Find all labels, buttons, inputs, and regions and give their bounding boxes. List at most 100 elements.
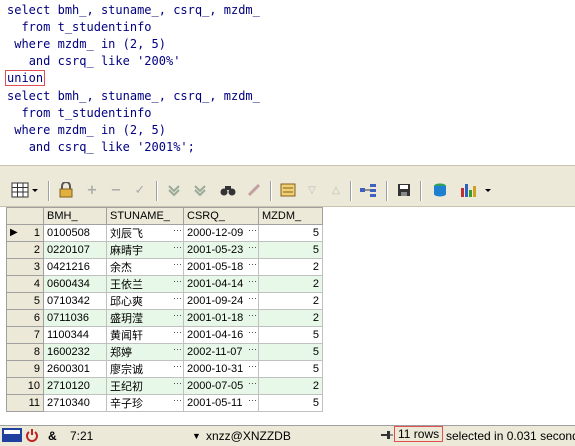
cell-bmh[interactable]: 0100508 [43, 224, 107, 242]
table-row[interactable]: 8 1600232 郑婷 ··· 2002-11-07 ··· 5 [6, 343, 323, 361]
row-header[interactable]: 9 [6, 360, 44, 378]
find-icon[interactable] [218, 180, 238, 200]
tree-icon[interactable] [358, 180, 378, 200]
table-row[interactable]: 3 0421216 余杰 ··· 2001-05-18 ··· 2 [6, 258, 323, 276]
query-icon[interactable] [278, 180, 298, 200]
cell-mzdm[interactable]: 2 [258, 292, 323, 310]
lock-icon[interactable] [56, 180, 76, 200]
corner-cell[interactable] [6, 207, 44, 225]
cell-bmh[interactable]: 0220107 [43, 241, 107, 259]
ellipsis-icon[interactable]: ··· [248, 293, 257, 303]
cell-mzdm[interactable]: 5 [258, 224, 323, 242]
cell-mzdm[interactable]: 5 [258, 394, 323, 412]
cell-mzdm[interactable]: 5 [258, 343, 323, 361]
ellipsis-icon[interactable]: ··· [248, 310, 257, 320]
ellipsis-icon[interactable]: ··· [248, 344, 257, 354]
cell-bmh[interactable]: 0711036 [43, 309, 107, 327]
ellipsis-icon[interactable]: ··· [173, 242, 182, 252]
chart-icon[interactable] [458, 180, 498, 200]
splitter[interactable] [0, 165, 575, 176]
ellipsis-icon[interactable]: ··· [248, 378, 257, 388]
cell-csrq[interactable]: 2001-09-24 ··· [183, 292, 259, 310]
cell-csrq[interactable]: 2001-04-16 ··· [183, 326, 259, 344]
ellipsis-icon[interactable]: ··· [173, 361, 182, 371]
ellipsis-icon[interactable]: ··· [248, 327, 257, 337]
check-icon[interactable]: ✓ [130, 180, 150, 200]
cell-bmh[interactable]: 2710120 [43, 377, 107, 395]
last-icon[interactable] [190, 180, 210, 200]
row-header[interactable]: 6 [6, 309, 44, 327]
cell-csrq[interactable]: 2001-05-23 ··· [183, 241, 259, 259]
cell-bmh[interactable]: 1600232 [43, 343, 107, 361]
row-header[interactable]: 4 [6, 275, 44, 293]
ellipsis-icon[interactable]: ··· [248, 225, 257, 235]
column-header-bmh[interactable]: BMH_ [43, 207, 107, 225]
row-header[interactable]: 8 [6, 343, 44, 361]
ellipsis-icon[interactable]: ··· [173, 395, 182, 405]
table-row[interactable]: ▶ 1 0100508 刘辰飞 ··· 2000-12-09 ··· 5 [6, 224, 323, 242]
column-header-csrq[interactable]: CSRQ_ [183, 207, 259, 225]
cell-mzdm[interactable]: 2 [258, 377, 323, 395]
save-icon[interactable] [394, 180, 414, 200]
cell-mzdm[interactable]: 5 [258, 241, 323, 259]
up-icon[interactable]: △ [326, 180, 346, 200]
row-header[interactable]: 2 [6, 241, 44, 259]
cell-stuname[interactable]: 邱心爽 ··· [106, 292, 184, 310]
ellipsis-icon[interactable]: ··· [173, 293, 182, 303]
cell-stuname[interactable]: 廖宗诚 ··· [106, 360, 184, 378]
ellipsis-icon[interactable]: ··· [248, 242, 257, 252]
column-header-stuname[interactable]: STUNAME_ [106, 207, 184, 225]
ellipsis-icon[interactable]: ··· [173, 259, 182, 269]
cell-csrq[interactable]: 2000-07-05 ··· [183, 377, 259, 395]
sql-editor[interactable]: select bmh_, stuname_, csrq_, mzdm_ from… [0, 0, 575, 165]
cell-bmh[interactable]: 0710342 [43, 292, 107, 310]
ellipsis-icon[interactable]: ··· [173, 378, 182, 388]
cell-stuname[interactable]: 余杰 ··· [106, 258, 184, 276]
cell-stuname[interactable]: 黄闻轩 ··· [106, 326, 184, 344]
cell-bmh[interactable]: 1100344 [43, 326, 107, 344]
cell-csrq[interactable]: 2001-05-11 ··· [183, 394, 259, 412]
cell-stuname[interactable]: 刘辰飞 ··· [106, 224, 184, 242]
first-icon[interactable] [164, 180, 184, 200]
grid-icon[interactable] [10, 180, 40, 200]
table-row[interactable]: 6 0711036 盛玥滢 ··· 2001-01-18 ··· 2 [6, 309, 323, 327]
row-header[interactable]: 5 [6, 292, 44, 310]
cell-stuname[interactable]: 盛玥滢 ··· [106, 309, 184, 327]
table-row[interactable]: 2 0220107 麻晴宇 ··· 2001-05-23 ··· 5 [6, 241, 323, 259]
db-icon[interactable] [430, 180, 450, 200]
ellipsis-icon[interactable]: ··· [248, 259, 257, 269]
row-header[interactable]: 3 [6, 258, 44, 276]
chevron-down-icon[interactable]: ▼ [192, 431, 201, 441]
ellipsis-icon[interactable]: ··· [248, 361, 257, 371]
table-row[interactable]: 4 0600434 王依兰 ··· 2001-04-14 ··· 2 [6, 275, 323, 293]
ellipsis-icon[interactable]: ··· [248, 395, 257, 405]
cell-mzdm[interactable]: 2 [258, 258, 323, 276]
plus-icon[interactable]: + [82, 180, 102, 200]
ellipsis-icon[interactable]: ··· [173, 344, 182, 354]
cell-bmh[interactable]: 2710340 [43, 394, 107, 412]
row-header[interactable]: 10 [6, 377, 44, 395]
minus-icon[interactable]: − [106, 180, 126, 200]
ellipsis-icon[interactable]: ··· [173, 327, 182, 337]
row-header[interactable]: 7 [6, 326, 44, 344]
cell-csrq[interactable]: 2000-10-31 ··· [183, 360, 259, 378]
cell-csrq[interactable]: 2000-12-09 ··· [183, 224, 259, 242]
cell-csrq[interactable]: 2001-05-18 ··· [183, 258, 259, 276]
cell-bmh[interactable]: 0421216 [43, 258, 107, 276]
cell-bmh[interactable]: 0600434 [43, 275, 107, 293]
ellipsis-icon[interactable]: ··· [173, 310, 182, 320]
cell-stuname[interactable]: 王纪初 ··· [106, 377, 184, 395]
cell-mzdm[interactable]: 5 [258, 360, 323, 378]
table-row[interactable]: 9 2600301 廖宗诚 ··· 2000-10-31 ··· 5 [6, 360, 323, 378]
cell-bmh[interactable]: 2600301 [43, 360, 107, 378]
results-grid[interactable]: BMH_ STUNAME_ CSRQ_ MZDM_ ▶ 1 0100508 刘辰飞 ··… [0, 207, 575, 425]
table-row[interactable]: 10 2710120 王纪初 ··· 2000-07-05 ··· 2 [6, 377, 323, 395]
table-row[interactable]: 7 1100344 黄闻轩 ··· 2001-04-16 ··· 5 [6, 326, 323, 344]
row-header[interactable]: ▶ 1 [6, 224, 44, 242]
cell-mzdm[interactable]: 2 [258, 275, 323, 293]
clear-icon[interactable] [244, 180, 264, 200]
cell-csrq[interactable]: 2002-11-07 ··· [183, 343, 259, 361]
cell-mzdm[interactable]: 5 [258, 326, 323, 344]
ellipsis-icon[interactable]: ··· [173, 225, 182, 235]
ellipsis-icon[interactable]: ··· [248, 276, 257, 286]
